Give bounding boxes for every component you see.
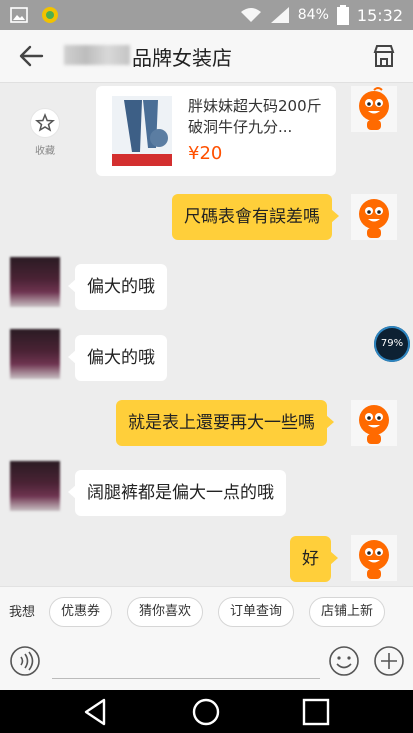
chat-messages[interactable]: 收藏 胖妹妹超大码200斤破洞牛仔九分... ¥20 尺碼表會有誤差嗎 偏大的哦…: [0, 83, 413, 586]
favorite-circle: [30, 108, 60, 138]
nav-home-icon[interactable]: [190, 696, 222, 728]
store-avatar[interactable]: [351, 194, 397, 240]
product-card[interactable]: 胖妹妹超大码200斤破洞牛仔九分... ¥20: [96, 86, 336, 176]
shop-icon[interactable]: [371, 43, 397, 69]
status-bar: 84% 15:32: [0, 0, 413, 30]
chip-recommend[interactable]: 猜你喜欢: [127, 597, 204, 627]
star-icon: [35, 112, 55, 132]
nav-back-icon[interactable]: [80, 696, 112, 728]
quick-reply-bar: 我想 优惠券 猜你喜欢 订单查询 店铺上新: [0, 586, 413, 635]
message-bubble-received[interactable]: 偏大的哦: [68, 335, 167, 381]
app-icon: [42, 7, 58, 23]
wifi-icon: [240, 8, 261, 22]
nav-recent-icon[interactable]: [300, 696, 332, 728]
store-name[interactable]: 品牌女装店: [132, 42, 232, 71]
chip-coupons[interactable]: 优惠券: [49, 597, 113, 627]
system-nav-bar: [0, 690, 413, 733]
chip-new-arrivals[interactable]: 店铺上新: [309, 597, 386, 627]
signal-icon: [270, 7, 289, 23]
mascot-icon: [359, 540, 389, 579]
message-bubble-sent[interactable]: 尺碼表會有誤差嗎: [172, 194, 339, 240]
mascot-icon: [359, 199, 389, 238]
image-icon: [10, 7, 28, 23]
user-avatar[interactable]: [10, 329, 60, 379]
battery-percent: 84%: [297, 7, 329, 23]
user-avatar[interactable]: [10, 257, 60, 307]
message-bubble-sent[interactable]: 好: [290, 536, 338, 582]
favorite-label: 收藏: [35, 146, 55, 157]
store-avatar[interactable]: [351, 86, 397, 132]
chip-order-query[interactable]: 订单查询: [218, 597, 295, 627]
message-input[interactable]: [52, 646, 320, 679]
battery-icon: [336, 5, 349, 25]
store-avatar[interactable]: [351, 400, 397, 446]
product-image: [112, 96, 172, 166]
product-title: 胖妹妹超大码200斤破洞牛仔九分...: [188, 97, 322, 136]
voice-icon[interactable]: [9, 645, 41, 677]
floating-progress-widget[interactable]: 79%: [374, 326, 410, 362]
clock: 15:32: [356, 5, 403, 25]
favorite-button[interactable]: 收藏: [28, 108, 62, 157]
store-avatar[interactable]: [351, 535, 397, 581]
message-bubble-received[interactable]: 阔腿裤都是偏大一点的哦: [68, 470, 286, 516]
chat-header: 品牌女装店: [0, 30, 413, 83]
user-avatar[interactable]: [10, 461, 60, 511]
mascot-icon: [359, 405, 389, 444]
store-name-redacted: [64, 45, 130, 65]
back-arrow-icon[interactable]: [18, 44, 44, 68]
message-input-bar: [0, 634, 413, 690]
quick-reply-label: 我想: [9, 605, 36, 620]
message-bubble-sent[interactable]: 就是表上還要再大一些嗎: [116, 400, 334, 446]
message-bubble-received[interactable]: 偏大的哦: [68, 264, 167, 310]
product-price: ¥20: [188, 143, 223, 164]
mascot-icon: [359, 87, 389, 130]
emoji-icon[interactable]: [328, 645, 360, 677]
plus-icon[interactable]: [373, 645, 405, 677]
